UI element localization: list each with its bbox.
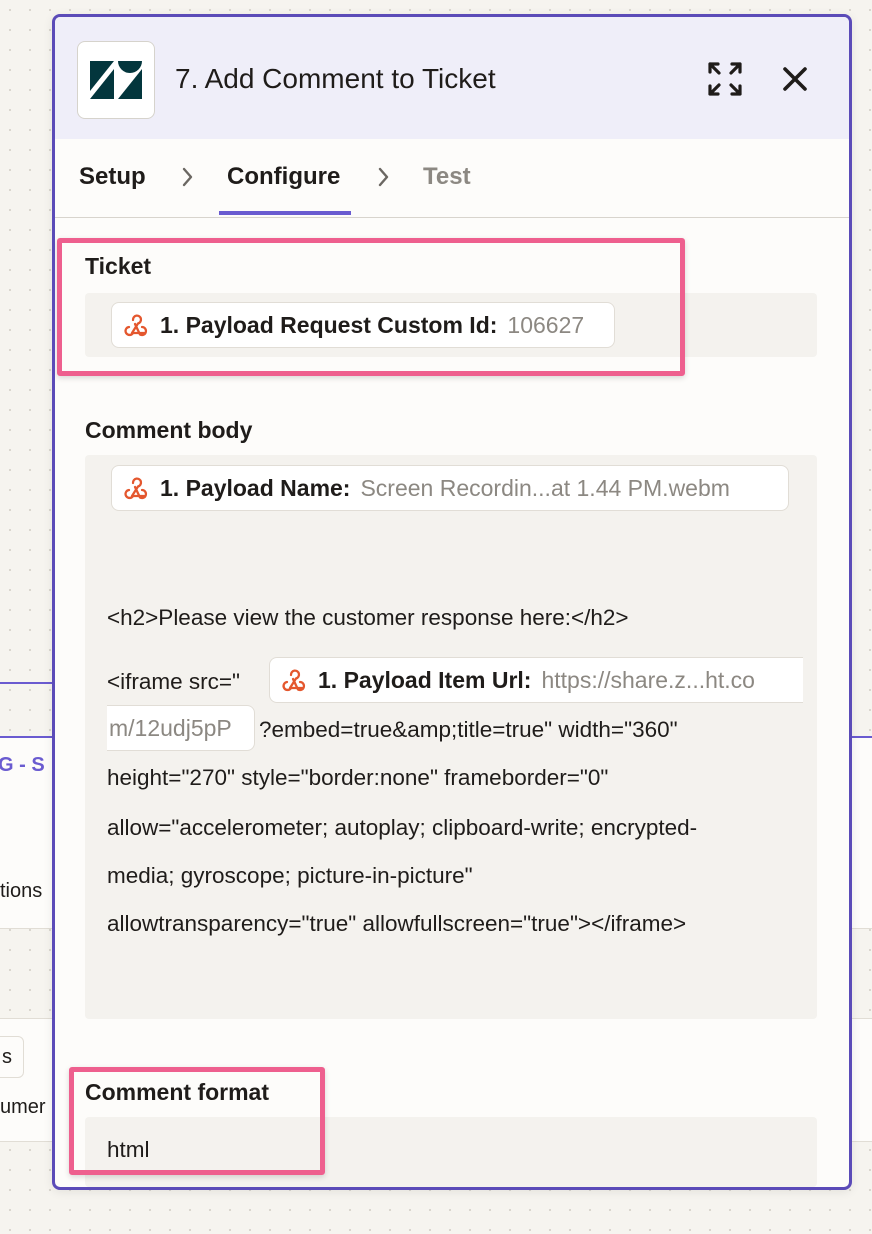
- pill-field-value: https://share.z...ht.co: [541, 666, 755, 693]
- webhook-icon: [124, 477, 148, 500]
- canvas-connector-line: [0, 682, 52, 684]
- expand-icon: [708, 62, 742, 96]
- comment-body-line: allow="accelerometer; autoplay; clipboar…: [107, 815, 698, 840]
- canvas-step-title-fragment: G - S: [0, 754, 45, 776]
- canvas-step-text-fragment: umer: [0, 1096, 46, 1118]
- tab-configure[interactable]: Configure: [227, 163, 340, 191]
- mapped-field-pill[interactable]: 1. Payload Name: Screen Recordin...at 1.…: [111, 465, 789, 511]
- panel-title: 7. Add Comment to Ticket: [175, 63, 496, 94]
- panel-header: 7. Add Comment to Ticket: [55, 17, 849, 139]
- chevron-right-icon: [378, 167, 389, 187]
- ticket-highlight-box: [57, 238, 685, 376]
- comment-body-line: media; gyroscope; picture-in-picture": [107, 863, 473, 888]
- comment-body-line: <h2>Please view the customer response he…: [107, 605, 629, 630]
- pill-field-value: m/12udj5pP: [109, 714, 232, 741]
- close-icon: [783, 67, 807, 91]
- comment-body-label: Comment body: [85, 417, 253, 443]
- expand-button[interactable]: [705, 59, 745, 99]
- mapped-field-pill[interactable]: 1. Payload Item Url: https://share.z...h…: [269, 657, 803, 703]
- tab-setup[interactable]: Setup: [79, 163, 146, 191]
- canvas-step-text-fragment: tions: [0, 880, 43, 902]
- zendesk-logo-icon: [77, 41, 155, 119]
- webhook-icon: [282, 669, 306, 692]
- comment-format-highlight-box: [69, 1067, 325, 1175]
- pill-field-value: Screen Recordin...at 1.44 PM.webm: [360, 474, 730, 501]
- step-editor-panel: 7. Add Comment to Ticket Setup Configure…: [52, 14, 852, 1190]
- chevron-right-icon: [182, 167, 193, 187]
- pill-field-name: 1. Payload Name:: [160, 474, 351, 501]
- comment-body-line: ?embed=true&amp;title=true" width="360": [259, 717, 678, 742]
- tab-test[interactable]: Test: [423, 163, 471, 191]
- pill-field-name: 1. Payload Item Url:: [318, 666, 532, 693]
- comment-body-line: <iframe src=": [107, 669, 241, 694]
- mapped-field-pill-continued[interactable]: m/12udj5pP: [107, 705, 255, 751]
- active-tab-indicator: [219, 211, 351, 215]
- comment-body-line: height="270" style="border:none" framebo…: [107, 765, 609, 790]
- step-tabs: Setup Configure Test: [55, 139, 849, 218]
- canvas-button-text-fragment: s: [2, 1046, 12, 1068]
- close-button[interactable]: [775, 59, 815, 99]
- comment-body-line: allowtransparency="true" allowfullscreen…: [107, 911, 687, 936]
